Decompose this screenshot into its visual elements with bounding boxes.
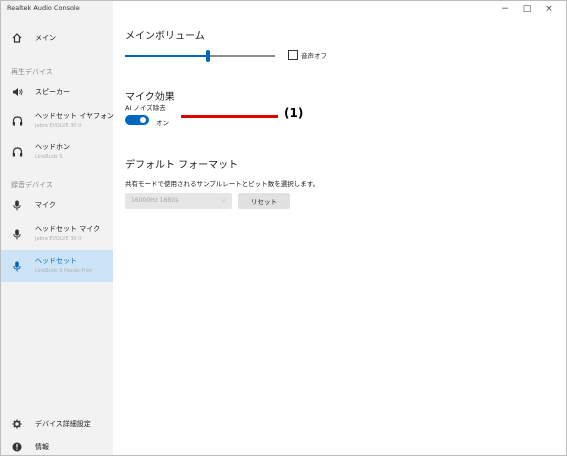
sidebar-item-label: ヘッドセット マイク (35, 225, 101, 233)
sidebar-item-label: マイク (35, 201, 56, 209)
microphone-icon (11, 260, 23, 272)
main-volume-title: メインボリューム (125, 31, 205, 42)
home-icon (11, 32, 23, 44)
main-panel: メインボリューム 音声オフ マイク効果 AI ノイズ除去 オン デフォルト フォ… (125, 1, 566, 455)
sidebar-item-device-name: LinkBuds S Hands-Free (35, 268, 93, 274)
sidebar-item-label: ヘッドホン (35, 143, 70, 151)
sidebar-item-headset-mic[interactable]: ヘッドセット マイク Jabra EVOLVE 30 II (1, 221, 113, 247)
mic-effect-title: マイク効果 (125, 92, 175, 103)
sidebar-item-headset-earphone[interactable]: ヘッドセット イヤフォン Jabra EVOLVE 30 II (1, 108, 115, 134)
app-window: Realtek Audio Console メイン 再生デバイス スピーカー ヘ… (0, 0, 567, 456)
speaker-icon (11, 86, 23, 98)
sidebar-item-label: ヘッドセット イヤフォン (35, 112, 115, 120)
default-format-description: 共有モードで使用されるサンプルレートとビット数を選択します。 (125, 180, 320, 188)
sidebar-item-speaker[interactable]: スピーカー (1, 83, 113, 101)
sidebar-item-microphone[interactable]: マイク (1, 196, 113, 214)
microphone-icon (11, 228, 23, 240)
ai-noise-reduction-label: AI ノイズ除去 (125, 104, 166, 112)
mute-label: 音声オフ (301, 52, 327, 60)
recording-section-heading: 録音デバイス (11, 181, 53, 189)
sidebar-item-label: 情報 (35, 443, 49, 451)
volume-slider-thumb[interactable] (205, 50, 210, 62)
format-dropdown-value: 16000Hz 16Bits (131, 197, 179, 204)
sidebar-item-label: デバイス詳細設定 (35, 420, 91, 428)
headphones-icon (11, 115, 23, 127)
sidebar-item-device-settings[interactable]: デバイス詳細設定 (1, 415, 113, 433)
main-volume-slider[interactable] (125, 50, 275, 62)
volume-slider-fill (125, 55, 208, 57)
annotation-callout-line (181, 115, 278, 118)
sidebar-item-label: メイン (35, 34, 56, 42)
sidebar: Realtek Audio Console メイン 再生デバイス スピーカー ヘ… (1, 1, 115, 455)
reset-button[interactable]: リセット (238, 193, 290, 209)
default-format-title: デフォルト フォーマット (125, 160, 239, 171)
microphone-icon (11, 199, 23, 211)
format-dropdown[interactable]: 16000Hz 16Bits ⌵ (125, 193, 232, 209)
app-title: Realtek Audio Console (7, 4, 80, 12)
mute-checkbox[interactable] (288, 50, 298, 60)
headphones-icon (11, 146, 23, 158)
sidebar-item-label: スピーカー (35, 88, 70, 96)
toggle-state-label: オン (156, 119, 169, 127)
sidebar-item-device-name: Jabra EVOLVE 30 II (35, 123, 82, 129)
playback-section-heading: 再生デバイス (11, 68, 53, 76)
sidebar-item-device-name: LinkBuds S (35, 154, 63, 160)
toggle-knob (140, 117, 146, 123)
sidebar-item-headphones[interactable]: ヘッドホン LinkBuds S (1, 139, 113, 165)
sidebar-item-home[interactable]: メイン (1, 29, 113, 47)
sidebar-item-info[interactable]: 情報 (1, 439, 113, 455)
annotation-label: (1) (284, 106, 304, 120)
sidebar-item-device-name: Jabra EVOLVE 30 II (35, 236, 82, 242)
gear-icon (11, 418, 23, 430)
info-icon (11, 441, 23, 453)
ai-noise-reduction-toggle[interactable] (125, 115, 149, 125)
sidebar-item-label: ヘッドセット (35, 257, 77, 265)
chevron-down-icon: ⌵ (220, 196, 226, 204)
sidebar-item-headset[interactable]: ヘッドセット LinkBuds S Hands-Free (1, 250, 113, 282)
